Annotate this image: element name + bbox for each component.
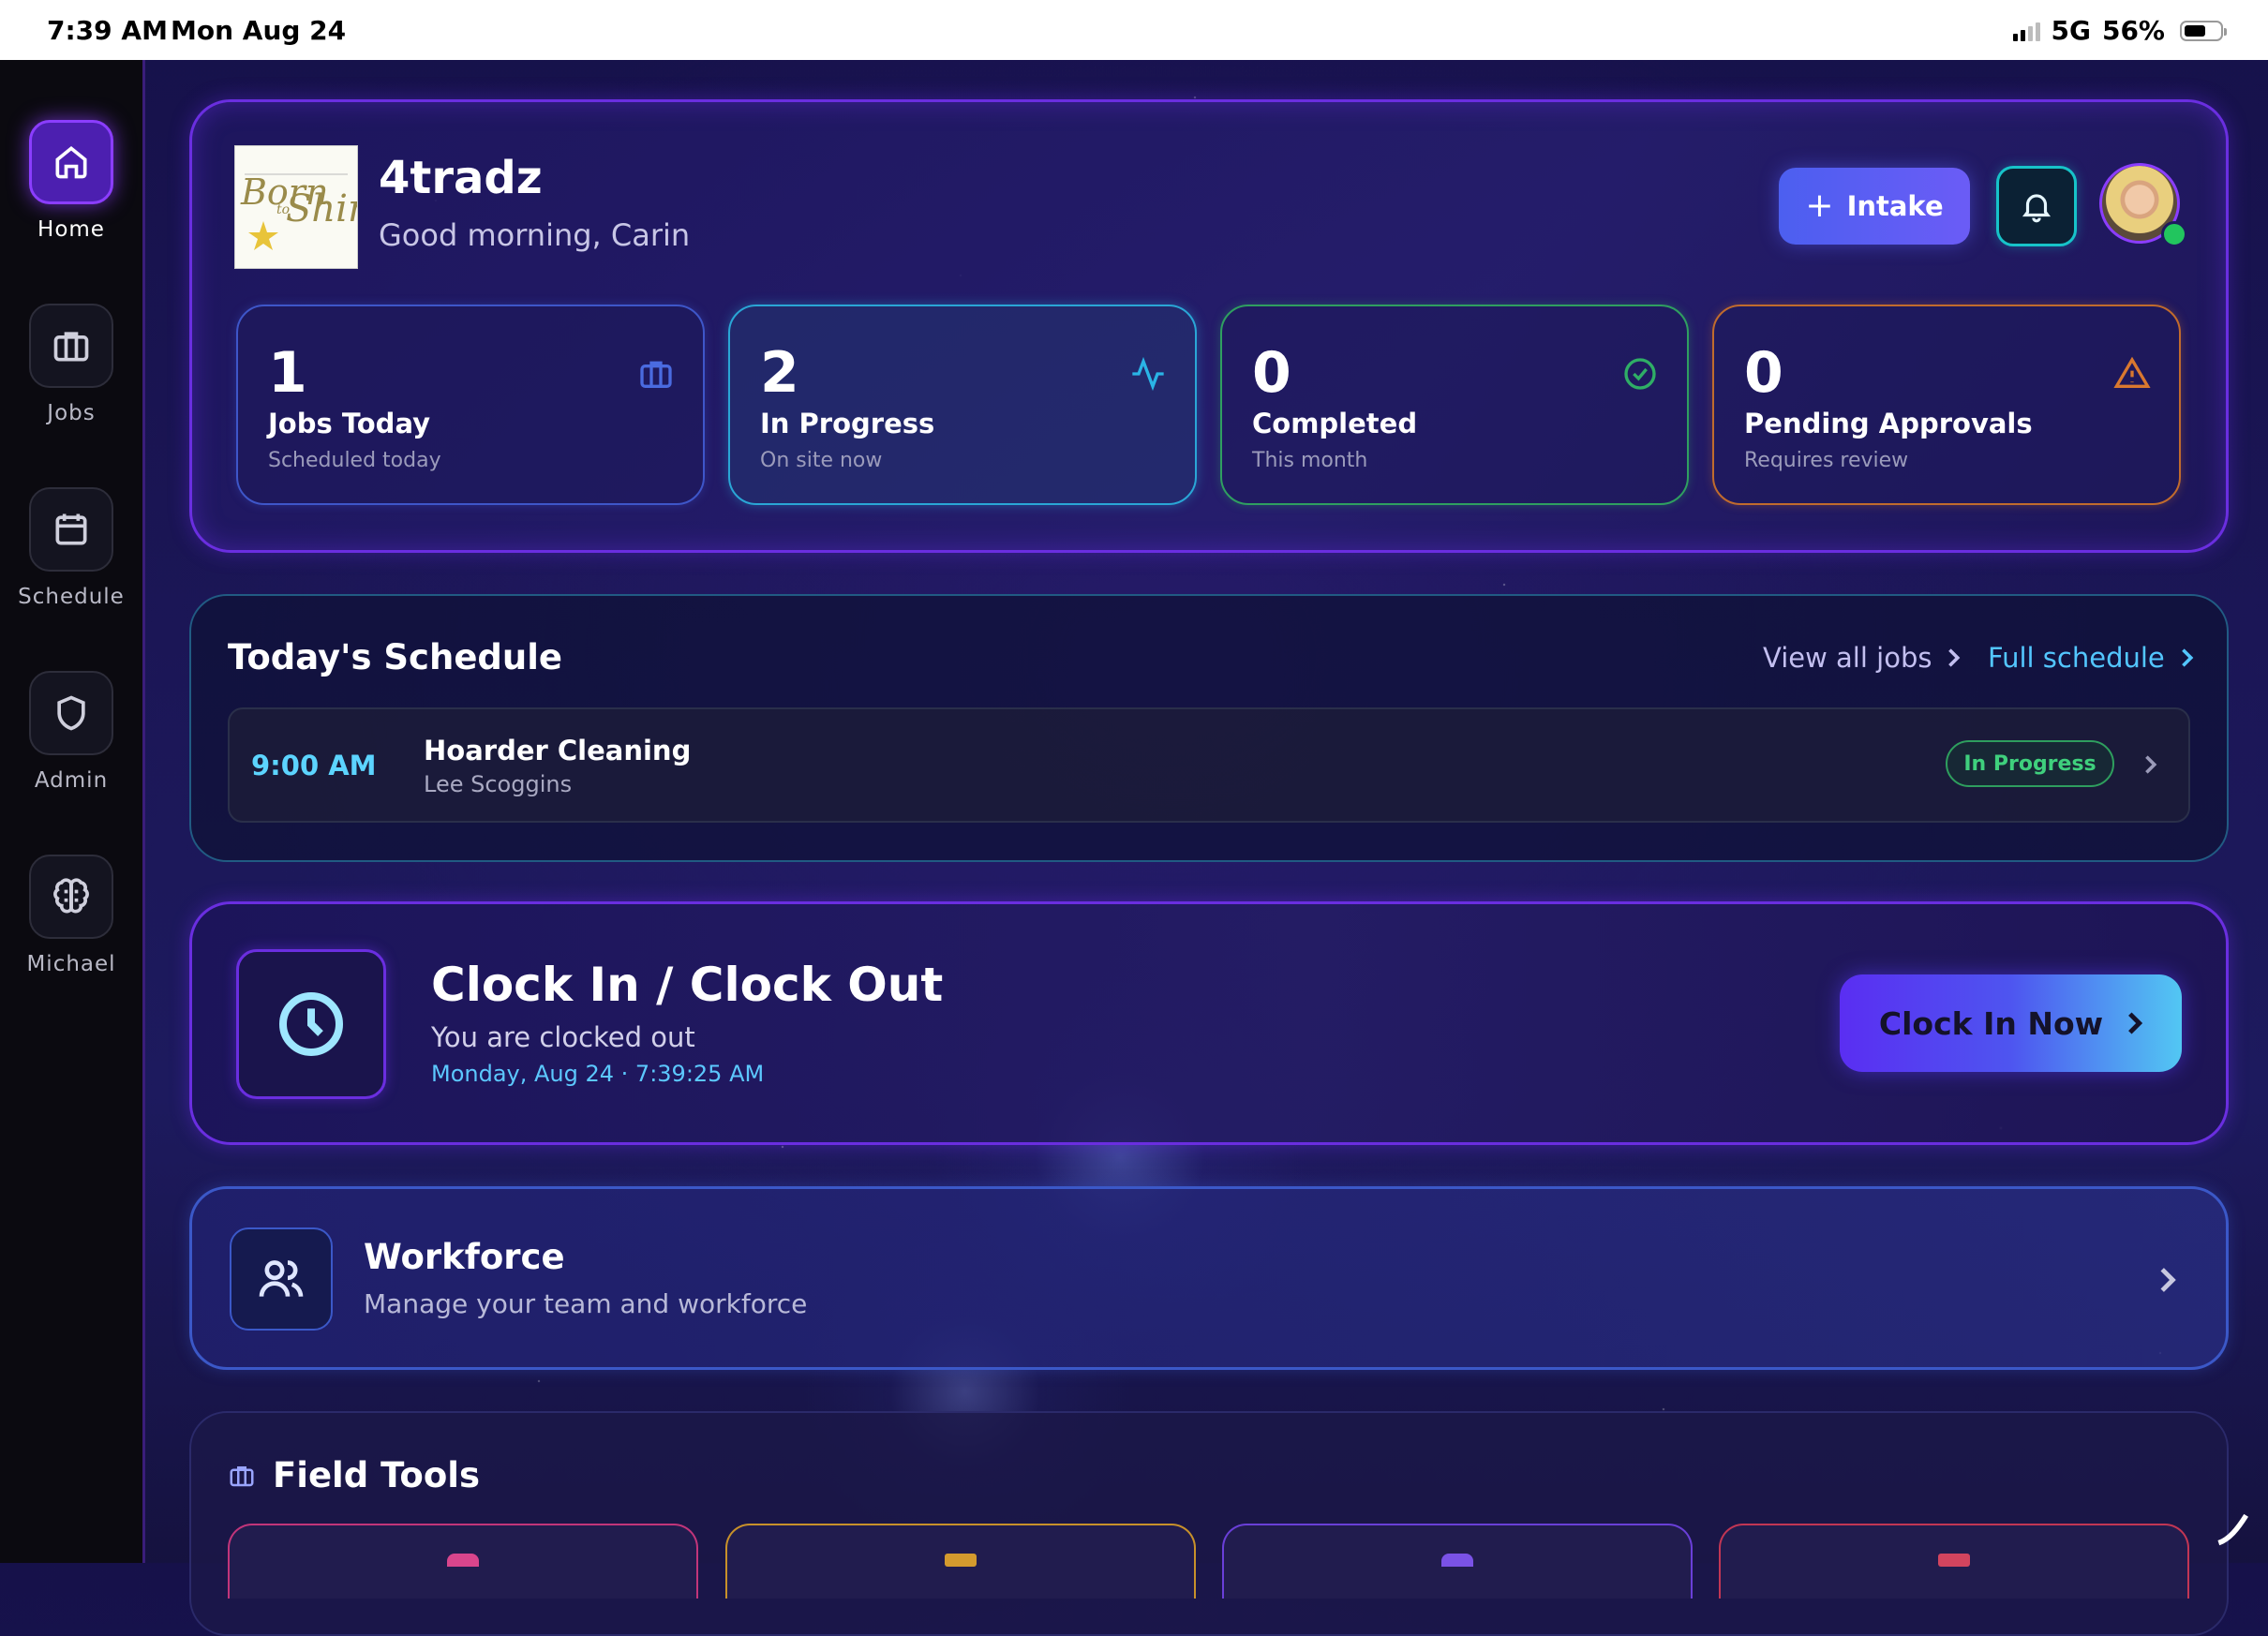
check-circle-icon bbox=[1624, 358, 1656, 390]
status-bar: 7:39 AM Mon Aug 24 5G 56% bbox=[0, 0, 2268, 60]
clock-icon bbox=[236, 949, 386, 1099]
briefcase-icon bbox=[640, 361, 672, 388]
pencil-icon[interactable] bbox=[2212, 1509, 2253, 1550]
calendar-icon bbox=[29, 487, 113, 572]
job-client: Lee Scoggins bbox=[424, 771, 573, 797]
field-tools-title: Field Tools bbox=[273, 1455, 480, 1495]
schedule-title: Today's Schedule bbox=[228, 637, 563, 677]
network-label: 5G bbox=[2051, 15, 2091, 46]
sidebar-item-jobs[interactable]: Jobs bbox=[0, 304, 142, 425]
sidebar-item-label: Michael bbox=[26, 952, 116, 976]
sidebar-item-label: Home bbox=[37, 217, 105, 242]
greeting-text: Good morning, Carin bbox=[379, 217, 691, 253]
workforce-title: Workforce bbox=[364, 1237, 565, 1277]
workforce-subtitle: Manage your team and workforce bbox=[364, 1288, 808, 1319]
stat-card-pending-approvals[interactable]: 0 Pending Approvals Requires review bbox=[1712, 305, 2181, 505]
field-tool-tile[interactable] bbox=[228, 1524, 698, 1599]
clock-in-button[interactable]: Clock In Now bbox=[1840, 974, 2182, 1072]
chevron-right-icon bbox=[2181, 648, 2194, 667]
sidebar-item-label: Schedule bbox=[18, 585, 125, 609]
users-icon bbox=[230, 1227, 333, 1331]
stat-subtitle: Requires review bbox=[1744, 449, 1909, 472]
battery-percent: 56% bbox=[2101, 15, 2165, 46]
signal-icon bbox=[2012, 21, 2040, 41]
stat-subtitle: On site now bbox=[760, 449, 883, 472]
chevron-right-icon bbox=[2145, 755, 2157, 774]
stat-value: 0 bbox=[1252, 340, 1291, 406]
sidebar-item-home[interactable]: Home bbox=[0, 120, 142, 242]
field-tool-tile[interactable] bbox=[1222, 1524, 1693, 1599]
tool-icon bbox=[447, 1554, 479, 1567]
view-all-jobs-label: View all jobs bbox=[1763, 642, 1932, 674]
job-time: 9:00 AM bbox=[251, 750, 377, 781]
stat-value: 2 bbox=[760, 340, 799, 406]
chevron-right-icon bbox=[1948, 648, 1961, 667]
intake-button-label: Intake bbox=[1846, 190, 1944, 222]
chevron-right-icon bbox=[2128, 1012, 2143, 1034]
status-time: 7:39 AM bbox=[47, 15, 168, 46]
stat-value: 1 bbox=[268, 340, 307, 406]
clock-status: You are clocked out bbox=[431, 1021, 695, 1053]
company-logo: Born Shine to bbox=[234, 145, 394, 269]
toolbox-icon bbox=[230, 1466, 254, 1487]
clock-in-button-label: Clock In Now bbox=[1878, 1004, 2104, 1042]
stat-value: 0 bbox=[1744, 340, 1783, 406]
status-date: Mon Aug 24 bbox=[171, 15, 347, 46]
activity-icon bbox=[1132, 356, 1164, 392]
field-tool-tile[interactable] bbox=[725, 1524, 1196, 1599]
battery-icon bbox=[2180, 20, 2227, 41]
online-status-dot bbox=[2161, 221, 2187, 247]
tool-icon bbox=[1938, 1554, 1970, 1567]
svg-text:Shine: Shine bbox=[286, 187, 357, 231]
svg-text:to: to bbox=[276, 202, 290, 217]
stat-card-jobs-today[interactable]: 1 Jobs Today Scheduled today bbox=[236, 305, 705, 505]
full-schedule-link[interactable]: Full schedule bbox=[1988, 642, 2195, 674]
full-schedule-label: Full schedule bbox=[1988, 642, 2165, 674]
stat-card-completed[interactable]: 0 Completed This month bbox=[1220, 305, 1689, 505]
notifications-button[interactable] bbox=[1996, 166, 2077, 246]
home-icon bbox=[29, 120, 113, 204]
tool-icon bbox=[945, 1554, 977, 1567]
intake-button[interactable]: + Intake bbox=[1779, 168, 1970, 245]
stat-subtitle: This month bbox=[1252, 449, 1368, 472]
stat-card-in-progress[interactable]: 2 In Progress On site now bbox=[728, 305, 1197, 505]
plus-icon: + bbox=[1805, 186, 1834, 225]
field-tool-tile[interactable] bbox=[1719, 1524, 2189, 1599]
sidebar-item-label: Jobs bbox=[47, 401, 96, 425]
stat-title: Pending Approvals bbox=[1744, 408, 2033, 439]
tool-icon bbox=[1441, 1554, 1473, 1567]
alert-triangle-icon bbox=[2113, 356, 2151, 388]
sidebar-item-schedule[interactable]: Schedule bbox=[0, 487, 142, 609]
briefcase-icon bbox=[29, 304, 113, 388]
stat-title: Completed bbox=[1252, 408, 1418, 439]
status-indicators: 5G 56% bbox=[2012, 15, 2227, 46]
sidebar: Home Jobs Schedule Admin Michael bbox=[0, 60, 145, 1563]
job-name: Hoarder Cleaning bbox=[424, 735, 692, 766]
workforce-card[interactable] bbox=[189, 1186, 2229, 1370]
view-all-jobs-link[interactable]: View all jobs bbox=[1763, 642, 1962, 674]
brain-icon bbox=[29, 855, 113, 939]
chevron-right-icon bbox=[2160, 1268, 2176, 1292]
status-badge: In Progress bbox=[1946, 740, 2114, 787]
sidebar-item-label: Admin bbox=[34, 768, 109, 793]
stat-title: Jobs Today bbox=[268, 408, 431, 439]
clock-title: Clock In / Clock Out bbox=[431, 958, 944, 1012]
sidebar-item-admin[interactable]: Admin bbox=[0, 671, 142, 793]
clock-datetime: Monday, Aug 24 · 7:39:25 AM bbox=[431, 1061, 765, 1087]
company-name: 4tradz bbox=[379, 152, 543, 204]
stat-title: In Progress bbox=[760, 408, 935, 439]
bell-icon bbox=[2022, 194, 2052, 223]
shield-icon bbox=[29, 671, 113, 755]
stat-subtitle: Scheduled today bbox=[268, 449, 441, 472]
sidebar-item-michael[interactable]: Michael bbox=[0, 855, 142, 976]
